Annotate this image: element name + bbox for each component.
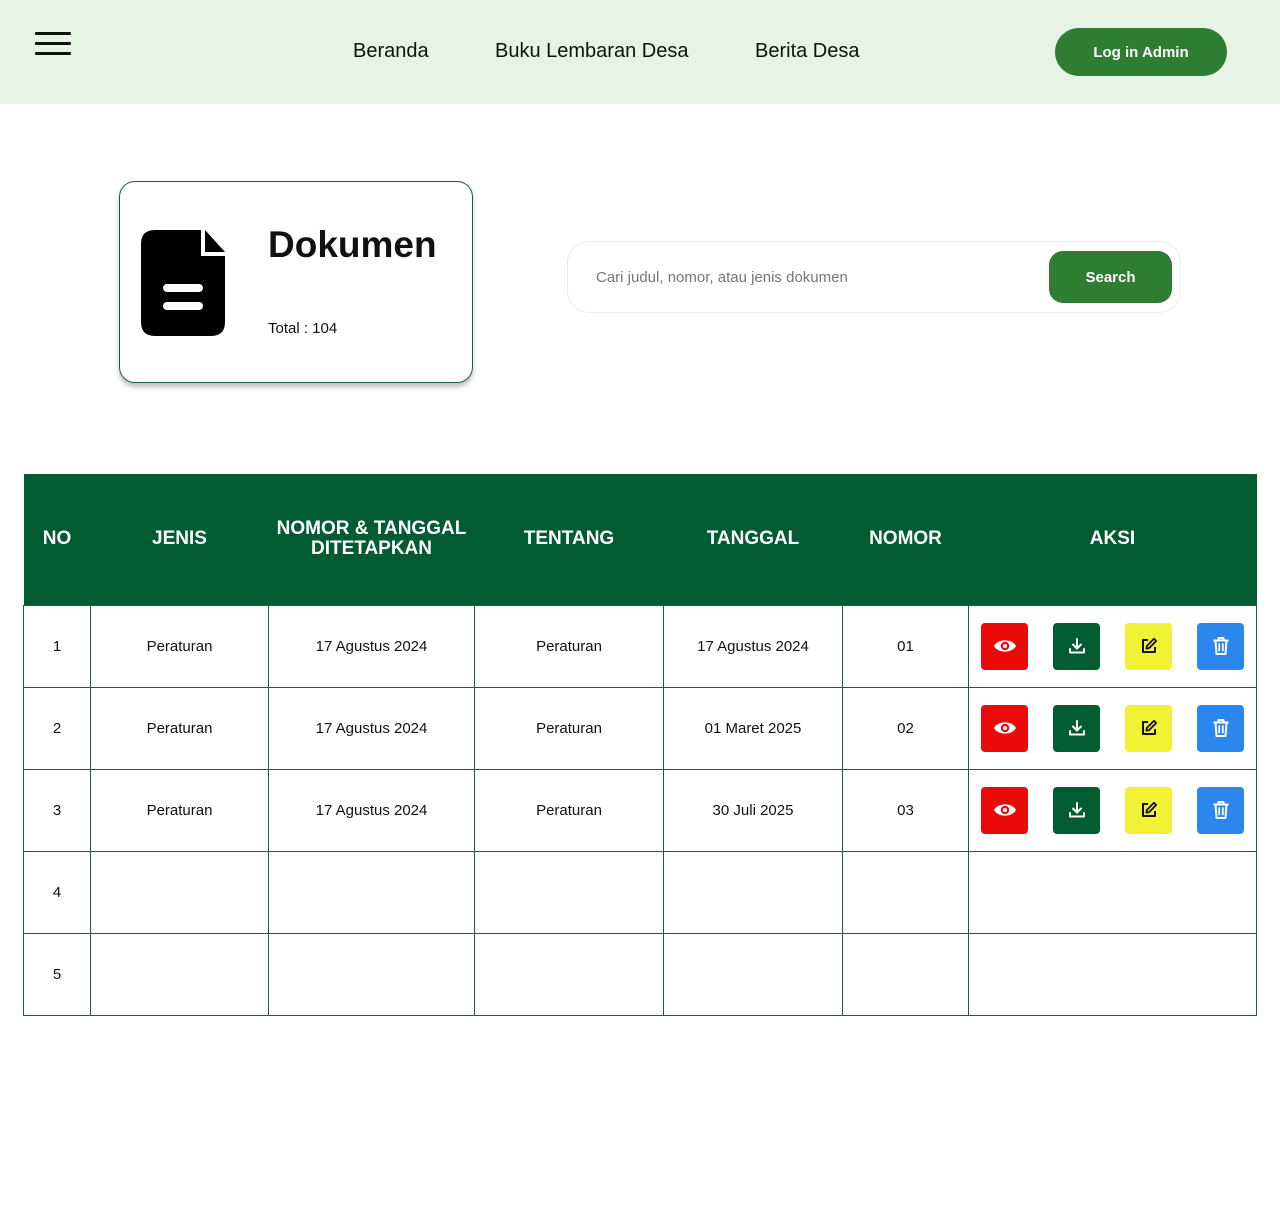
cell-aksi [968, 686, 1257, 770]
document-table: NO JENIS NOMOR & TANGGAL DITETAPKAN TENT… [23, 474, 1257, 1016]
cell-nomor-tanggal [268, 932, 475, 1016]
cell-jenis [90, 932, 269, 1016]
trash-icon [1213, 637, 1228, 655]
cell-tentang [474, 932, 664, 1016]
nav-link-berita-desa[interactable]: Berita Desa [755, 40, 860, 63]
view-button[interactable] [981, 704, 1028, 752]
cell-tanggal [663, 850, 843, 934]
table-header-row: NO JENIS NOMOR & TANGGAL DITETAPKAN TENT… [23, 474, 1257, 605]
cell-nomor: 01 [842, 604, 969, 688]
cell-no: 2 [23, 686, 91, 770]
delete-button[interactable] [1197, 786, 1244, 834]
column-header-nomor-tanggal: NOMOR & TANGGAL DITETAPKAN [268, 474, 475, 605]
cell-nomor-tanggal: 17 Agustus 2024 [268, 686, 475, 770]
column-header-tentang: TENTANG [474, 474, 664, 605]
login-admin-button[interactable]: Log in Admin [1055, 28, 1227, 76]
edit-button[interactable] [1125, 622, 1172, 670]
cell-tentang: Peraturan [474, 604, 664, 688]
top-navbar: Beranda Buku Lembaran Desa Berita Desa L… [0, 0, 1280, 104]
cell-nomor [842, 932, 969, 1016]
cell-aksi [968, 932, 1257, 1016]
download-button[interactable] [1053, 786, 1100, 834]
table-row: 1 Peraturan 17 Agustus 2024 Peraturan 17… [23, 604, 1257, 688]
download-icon [1068, 638, 1085, 654]
cell-tanggal: 17 Agustus 2024 [663, 604, 843, 688]
delete-button[interactable] [1197, 622, 1244, 670]
edit-icon [1141, 637, 1157, 653]
search-button[interactable]: Search [1049, 251, 1172, 303]
cell-no: 5 [23, 932, 91, 1016]
cell-aksi [968, 850, 1257, 934]
eye-icon [993, 722, 1016, 734]
cell-nomor-tanggal: 17 Agustus 2024 [268, 768, 475, 852]
nav-link-beranda[interactable]: Beranda [353, 40, 429, 63]
cell-aksi [968, 768, 1257, 852]
document-total-count: Total : 104 [268, 320, 338, 337]
table-row: 5 [23, 932, 1257, 1016]
view-button[interactable] [981, 786, 1028, 834]
eye-icon [993, 640, 1016, 652]
cell-no: 1 [23, 604, 91, 688]
trash-icon [1213, 719, 1228, 737]
nav-link-buku-lembaran-desa[interactable]: Buku Lembaran Desa [495, 40, 688, 63]
eye-icon [993, 804, 1016, 816]
edit-button[interactable] [1125, 786, 1172, 834]
edit-icon [1141, 719, 1157, 735]
edit-button[interactable] [1125, 704, 1172, 752]
column-header-nomor: NOMOR [842, 474, 969, 605]
cell-tanggal [663, 932, 843, 1016]
download-button[interactable] [1053, 622, 1100, 670]
column-header-jenis: JENIS [90, 474, 269, 605]
cell-no: 4 [23, 850, 91, 934]
cell-no: 3 [23, 768, 91, 852]
column-header-tanggal: TANGGAL [663, 474, 843, 605]
hamburger-menu-icon[interactable] [35, 32, 71, 58]
view-button[interactable] [981, 622, 1028, 670]
cell-aksi [968, 604, 1257, 688]
cell-tentang [474, 850, 664, 934]
table-row: 4 [23, 850, 1257, 934]
trash-icon [1213, 801, 1228, 819]
download-icon [1068, 720, 1085, 736]
cell-tanggal: 30 Juli 2025 [663, 768, 843, 852]
table-row: 3 Peraturan 17 Agustus 2024 Peraturan 30… [23, 768, 1257, 852]
cell-tentang: Peraturan [474, 686, 664, 770]
document-summary-card: Dokumen Total : 104 [119, 181, 473, 383]
cell-tentang: Peraturan [474, 768, 664, 852]
column-header-aksi: AKSI [968, 474, 1257, 605]
cell-nomor: 02 [842, 686, 969, 770]
document-card-title: Dokumen [268, 224, 437, 265]
column-header-no: NO [23, 474, 91, 605]
cell-tanggal: 01 Maret 2025 [663, 686, 843, 770]
delete-button[interactable] [1197, 704, 1244, 752]
cell-nomor: 03 [842, 768, 969, 852]
cell-nomor-tanggal [268, 850, 475, 934]
search-bar: Search [567, 241, 1181, 313]
cell-jenis [90, 850, 269, 934]
cell-jenis: Peraturan [90, 768, 269, 852]
download-icon [1068, 802, 1085, 818]
table-row: 2 Peraturan 17 Agustus 2024 Peraturan 01… [23, 686, 1257, 770]
cell-nomor [842, 850, 969, 934]
search-input[interactable] [586, 260, 1046, 294]
cell-jenis: Peraturan [90, 686, 269, 770]
cell-nomor-tanggal: 17 Agustus 2024 [268, 604, 475, 688]
edit-icon [1141, 801, 1157, 817]
document-icon [141, 230, 225, 336]
download-button[interactable] [1053, 704, 1100, 752]
cell-jenis: Peraturan [90, 604, 269, 688]
